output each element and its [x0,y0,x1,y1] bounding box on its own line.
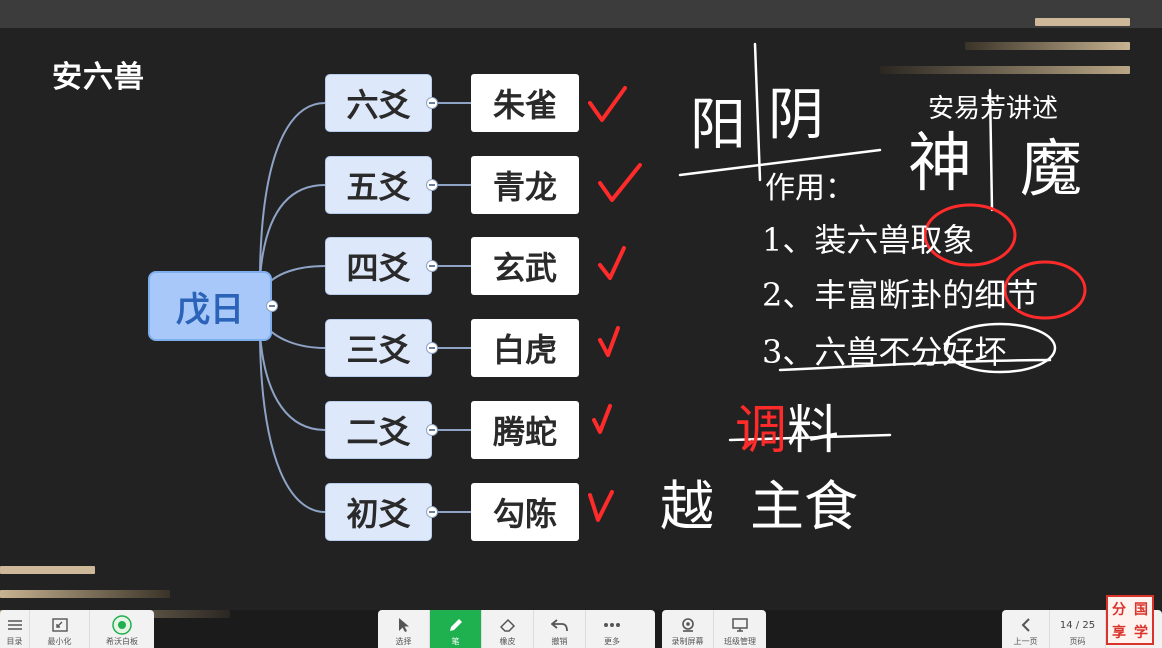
collapse-toggle-icon[interactable] [426,97,438,109]
usage-title: 作用： [765,171,855,206]
yao-node-5[interactable]: 五爻 [325,156,432,214]
handwritten-shen: 神 [908,127,972,201]
eraser-tool-label: 橡皮 [499,637,516,646]
usage-point-1: 1、装六兽取象 [762,215,974,261]
chevron-left-icon [1021,616,1031,634]
beast-node-2[interactable]: 青龙 [471,156,579,214]
beast-node-1[interactable]: 朱雀 [471,74,579,132]
stamp-char: 学 [1134,624,1148,641]
collapse-toggle-icon[interactable] [426,342,438,354]
more-button[interactable]: 更多 [586,610,638,648]
minimize-icon [51,616,68,634]
watermark-stamp: 分 国 享 学 [1106,595,1154,645]
pen-tool-label: 笔 [451,637,460,646]
main-food: 主食 [750,475,858,538]
beast-node-6[interactable]: 勾陈 [471,483,579,541]
slide-title: 安六兽 [52,60,145,95]
stamp-char: 国 [1134,601,1148,618]
pen-tool-button[interactable]: 笔 [430,610,482,648]
prev-page-button[interactable]: 上一页 [1002,610,1050,648]
yao-node-3[interactable]: 三爻 [325,319,432,377]
class-toolbar: 录制屏幕 班级管理 [662,610,766,648]
seasoning-char: 料 [787,401,840,461]
handwritten-mo: 魔 [1020,132,1083,205]
select-tool-button[interactable]: 选择 [378,610,430,648]
class-manage-label: 班级管理 [724,637,756,646]
usage-point-3: 3、六兽不分好坏 [762,327,1006,373]
undo-button[interactable]: 撤销 [534,610,586,648]
pages-label: 页码 [1069,637,1086,646]
app-logo-label: 希沃白板 [106,637,138,646]
yao-node-6[interactable]: 六爻 [325,74,432,132]
more-icon [603,616,621,634]
yao-node-1[interactable]: 初爻 [325,483,432,541]
prev-page-label: 上一页 [1013,637,1038,646]
window-top-bar [0,0,1162,28]
decor-stripe [965,42,1130,50]
usage-point-1-circled: 取象 [910,221,975,259]
select-tool-label: 选择 [395,637,412,646]
decor-stripe [1035,18,1130,26]
page-number: 14 / 25 [1059,619,1096,631]
collapse-toggle-icon[interactable] [426,424,438,436]
record-screen-label: 录制屏幕 [671,637,704,646]
stamp-char: 分 [1112,601,1126,618]
record-screen-button[interactable]: 录制屏幕 [662,610,714,648]
handwritten-yang: 阳 [690,93,746,158]
mindmap-root-node[interactable]: 戊日 [148,271,272,341]
usage-point-2: 2、丰富断卦的细节 [762,270,1038,316]
more-label: 更多 [604,637,620,646]
collapse-toggle-icon[interactable] [426,506,438,518]
decor-stripe [0,590,170,598]
eraser-icon [499,616,516,634]
undo-icon [550,616,569,634]
undo-label: 撤销 [551,637,568,646]
seasoning-circled: 调 [735,401,788,461]
cursor-icon [397,616,411,634]
handwritten-seasoning: 调料 [735,388,839,463]
eraser-tool-button[interactable]: 橡皮 [482,610,534,648]
yao-node-2[interactable]: 二爻 [325,401,432,459]
app-logo-icon [112,615,132,635]
collapse-toggle-icon[interactable] [426,260,438,272]
minimize-button[interactable]: 最小化 [30,610,90,648]
class-manage-button[interactable]: 班级管理 [714,610,766,648]
pen-icon [448,616,464,634]
usage-point-3-text: 3、六兽不分 [762,333,943,371]
page-indicator[interactable]: 14 / 25 页码 [1050,610,1106,648]
collapse-toggle-icon[interactable] [266,300,278,312]
usage-point-1-text: 1、装六兽 [762,221,911,259]
menu-icon [7,616,22,634]
collapse-toggle-icon[interactable] [426,179,438,191]
handwritten-yin: 阴 [768,83,824,148]
menu-label: 目录 [6,637,23,646]
beast-node-3[interactable]: 玄武 [471,237,579,295]
usage-point-3-circled: 好坏 [942,333,1007,371]
main-food-prefix: 越 [660,475,714,538]
handwritten-main-food: 越主食 [660,462,858,541]
menu-button[interactable]: 目录 [0,610,30,648]
minimize-label: 最小化 [47,637,72,646]
stamp-char: 享 [1112,624,1126,641]
yao-node-4[interactable]: 四爻 [325,237,432,295]
decor-stripe [880,66,1130,74]
left-toolbar: 目录 最小化 希沃白板 [0,610,154,648]
beast-node-4[interactable]: 白虎 [471,319,579,377]
decor-stripe [0,566,95,574]
class-manage-icon [732,616,748,634]
app-logo-button[interactable]: 希沃白板 [90,610,154,648]
usage-point-2-circled: 细节 [974,276,1039,314]
camera-icon [679,616,697,634]
drawing-toolbar: 选择 笔 橡皮 撤销 更多 [378,610,655,648]
usage-point-2-text: 2、丰富断卦的 [762,276,975,314]
beast-node-5[interactable]: 腾蛇 [471,401,579,459]
